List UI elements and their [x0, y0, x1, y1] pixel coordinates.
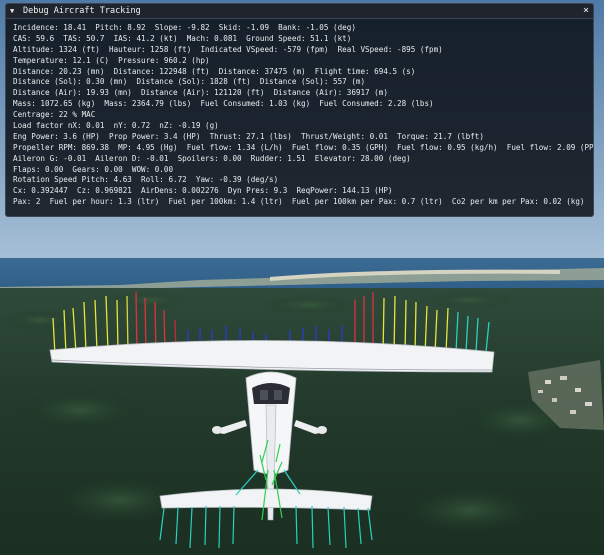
line-attitude: Incidence: 18.41 Pitch: 8.92 Slope: -9.8…: [13, 23, 356, 32]
line-load-factor: Load factor nX: 0.01 nY: 0.72 nZ: -0.19 …: [13, 121, 219, 131]
line-aero-coeffs: Cx: 0.392447 Cz: 0.969821 AirDens: 0.002…: [13, 186, 393, 196]
window-titlebar[interactable]: ▼ Debug Aircraft Tracking ×: [6, 4, 593, 19]
window-title: Debug Aircraft Tracking: [23, 6, 141, 16]
telemetry-readout: Incidence: 18.41 Pitch: 8.92 Slope: -9.8…: [6, 19, 593, 208]
line-atmosphere: Temperature: 12.1 (C) Pressure: 960.2 (h…: [13, 55, 210, 65]
line-flaps-gear: Flaps: 0.00 Gears: 0.00 WOW: 0.00: [13, 164, 174, 174]
rear-window: [252, 383, 290, 404]
line-distance-air: Distance (Air): 19.93 (mn) Distance (Air…: [13, 88, 388, 98]
line-controls: Aileron G: -0.01 Aileron D: -0.01 Spoile…: [13, 153, 411, 163]
close-icon[interactable]: ×: [579, 4, 593, 18]
line-speeds: CAS: 59.6 TAS: 50.7 IAS: 41.2 (kt) Mach:…: [13, 33, 352, 43]
horizontal-stabilizer: [159, 488, 373, 511]
line-altitude: Altitude: 1324 (ft) Hauteur: 1258 (ft) I…: [13, 44, 443, 54]
line-propeller: Propeller RPM: 869.38 MP: 4.95 (Hg) Fuel…: [13, 142, 594, 152]
collapse-arrow-icon[interactable]: ▼: [10, 7, 20, 15]
line-rotation-speed: Rotation Speed Pitch: 4.63 Roll: 6.72 Ya…: [13, 175, 279, 185]
line-engine-power: Eng Power: 3.6 (HP) Prop Power: 3.4 (HP)…: [13, 131, 484, 141]
line-distance-ground: Distance (Sol): 0.30 (mn) Distance (Sol)…: [13, 77, 366, 87]
debug-aircraft-tracking-window: ▼ Debug Aircraft Tracking × Incidence: 1…: [5, 3, 594, 217]
line-centrage: Centrage: 22 % MAC: [13, 110, 96, 120]
line-distance: Distance: 20.23 (mn) Distance: 122948 (f…: [13, 66, 416, 76]
line-mass: Mass: 1072.65 (kg) Mass: 2364.79 (lbs) F…: [13, 99, 434, 109]
line-pax-fuel: Pax: 2 Fuel per hour: 1.3 (ltr) Fuel per…: [13, 197, 585, 207]
